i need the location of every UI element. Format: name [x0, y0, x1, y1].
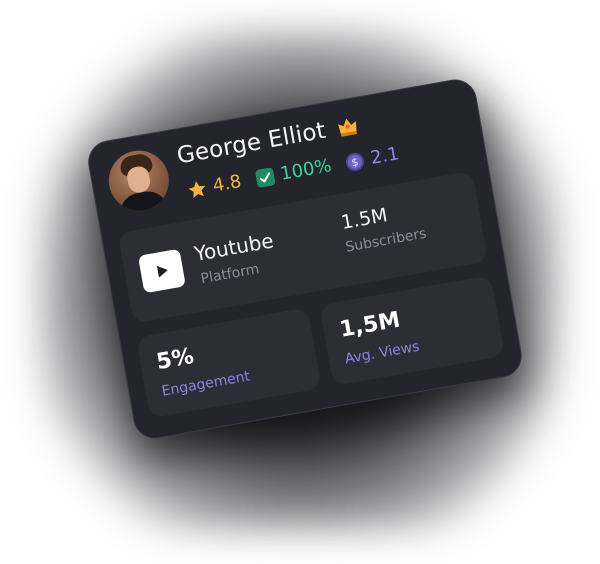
rating-stat: 4.8 [186, 171, 243, 201]
coin-stat: $ 2.1 [343, 143, 401, 173]
engagement-label: Engagement [160, 368, 252, 400]
dollar-coin-icon: $ [343, 150, 366, 173]
engagement-tile[interactable]: 5% Engagement [136, 307, 322, 419]
stage: George Elliot 4.8 100% $ 2.1 Youtube Pla… [0, 0, 600, 564]
verified-stat: 100% [253, 155, 333, 189]
platform-name: Youtube [192, 228, 276, 266]
avatar[interactable] [104, 145, 174, 216]
youtube-play-icon [137, 248, 186, 294]
verified-value: 100% [278, 155, 334, 185]
subscribers-value: 1.5M [339, 204, 390, 234]
star-icon [186, 178, 209, 201]
platform-label: Platform [199, 261, 261, 288]
avg-views-value: 1,5M [337, 307, 403, 343]
avatar-shirt [117, 188, 169, 216]
avg-views-label: Avg. Views [343, 338, 421, 368]
avg-views-tile[interactable]: 1,5M Avg. Views [319, 275, 505, 386]
check-icon [253, 166, 276, 189]
engagement-value: 5% [154, 344, 196, 376]
rating-value: 4.8 [211, 171, 244, 197]
crown-icon [333, 113, 361, 141]
coin-value: 2.1 [368, 143, 401, 169]
